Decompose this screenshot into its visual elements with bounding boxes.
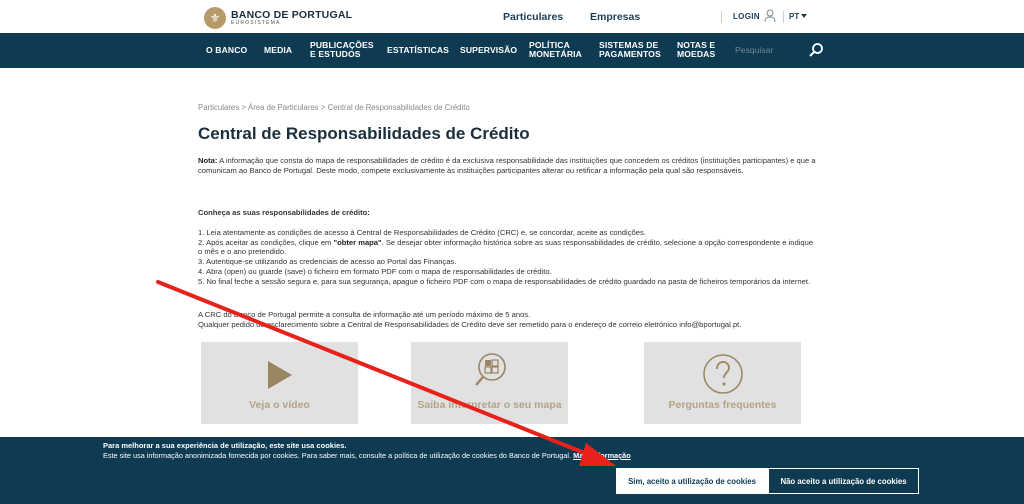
- crc-info: A CRC do Banco de Portugal permite a con…: [198, 310, 818, 329]
- cookie-text: Este site usa informação anonimizada for…: [103, 451, 631, 460]
- page-title: Central de Responsabilidades de Crédito: [198, 124, 530, 143]
- tile-video[interactable]: Veja o vídeo: [201, 342, 358, 424]
- tile-map[interactable]: Saiba interpretar o seu mapa: [411, 342, 568, 424]
- language-selector[interactable]: PT: [789, 12, 799, 21]
- step-1: 1. Leia atentamente as condições de aces…: [198, 228, 646, 237]
- nav-item-supervisao[interactable]: SUPERVISÃO: [460, 46, 517, 55]
- top-header: ⚜ BANCO DE PORTUGAL EUROSISTEMA Particul…: [0, 0, 1024, 33]
- bank-emblem-icon: ⚜: [204, 7, 226, 29]
- play-icon: [268, 361, 292, 389]
- logo-title: BANCO DE PORTUGAL: [231, 8, 353, 21]
- search-input[interactable]: Pesquisar: [735, 45, 773, 55]
- login-link[interactable]: LOGIN: [733, 12, 760, 21]
- cookie-more-info-link[interactable]: Mais informação: [573, 451, 631, 460]
- note-paragraph: Nota: A informação que consta do mapa de…: [198, 156, 818, 175]
- search-icon[interactable]: [808, 42, 824, 58]
- nav-item-publicacoes[interactable]: PUBLICAÇÕES E ESTUDOS: [310, 41, 374, 59]
- nav-item-media[interactable]: MEDIA: [264, 46, 292, 55]
- divider: [783, 11, 784, 23]
- bank-logo[interactable]: ⚜ BANCO DE PORTUGAL EUROSISTEMA: [204, 7, 352, 29]
- step-3: 3. Autentique-se utilizando as credencia…: [198, 257, 457, 267]
- tile-label: Veja o vídeo: [249, 399, 310, 411]
- steps-list: 1. Leia atentamente as condições de aces…: [198, 228, 818, 286]
- nav-item-politica-monetaria[interactable]: POLÍTICA MONETÁRIA: [529, 41, 582, 59]
- logo-subtitle: EUROSISTEMA: [231, 20, 281, 27]
- step-2: 2. Após aceitar as condições, clique em …: [198, 237, 814, 257]
- crc-period-text: A CRC do Banco de Portugal permite a con…: [198, 310, 531, 319]
- main-navigation: O BANCO MEDIA PUBLICAÇÕES E ESTUDOS ESTA…: [0, 33, 1024, 68]
- nav-item-label: SISTEMAS DE PAGAMENTOS: [599, 40, 661, 59]
- nav-item-sistemas-pagamentos[interactable]: SISTEMAS DE PAGAMENTOS: [599, 41, 661, 59]
- tile-faq[interactable]: Perguntas frequentes: [644, 342, 801, 424]
- tile-label: Saiba interpretar o seu mapa: [417, 399, 562, 411]
- user-icon[interactable]: [764, 9, 776, 23]
- nav-item-label: NOTAS E MOEDAS: [677, 40, 716, 59]
- tile-label: Perguntas frequentes: [668, 399, 777, 411]
- tab-particulares[interactable]: Particulares: [503, 11, 563, 23]
- nav-item-estatisticas[interactable]: ESTATÍSTICAS: [387, 46, 449, 55]
- step-5: 5. No final feche a sessão segura e, par…: [198, 276, 811, 286]
- steps-heading: Conheça as suas responsabilidades de cré…: [198, 208, 370, 217]
- question-icon: [703, 354, 743, 394]
- crc-contact-text: Qualquer pedido de esclarecimento sobre …: [198, 319, 742, 329]
- magnifier-map-icon: [475, 353, 506, 386]
- nav-item-o-banco[interactable]: O BANCO: [206, 46, 247, 55]
- chevron-down-icon[interactable]: [801, 14, 807, 18]
- cookie-title: Para melhorar a sua experiência de utili…: [103, 441, 347, 450]
- cookie-banner: Para melhorar a sua experiência de utili…: [0, 437, 1024, 504]
- step-4: 4. Abra (open) ou guarde (save) o fichei…: [198, 266, 552, 276]
- note-label: Nota:: [198, 156, 218, 165]
- nav-item-notas-moedas[interactable]: NOTAS E MOEDAS: [677, 41, 715, 59]
- nav-item-label: POLÍTICA MONETÁRIA: [529, 40, 582, 59]
- accept-cookies-button[interactable]: Sim, aceito a utilização de cookies: [616, 468, 768, 494]
- divider: [721, 11, 722, 23]
- breadcrumb[interactable]: Particulares > Área de Particulares > Ce…: [198, 103, 470, 112]
- nav-item-label: PUBLICAÇÕES E ESTUDOS: [310, 40, 374, 59]
- note-text: A informação que consta do mapa de respo…: [198, 156, 816, 175]
- tab-empresas[interactable]: Empresas: [590, 11, 640, 23]
- decline-cookies-button[interactable]: Não aceito a utilização de cookies: [768, 468, 919, 494]
